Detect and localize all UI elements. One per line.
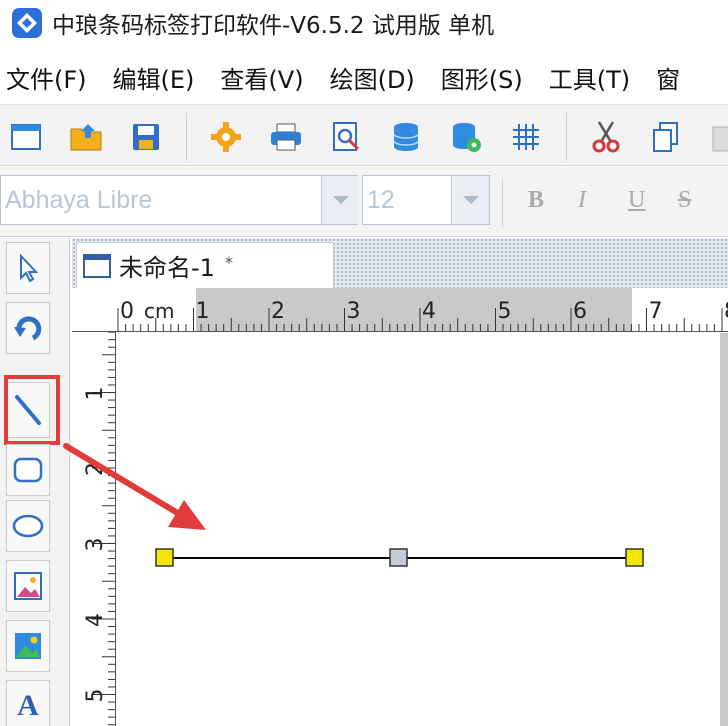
image-tool-button[interactable] <box>6 560 50 612</box>
ruler-label: 2 <box>271 299 285 324</box>
menu-shape[interactable]: 图形(S) <box>441 60 523 95</box>
drawing-tools-panel: A <box>0 238 70 726</box>
print-preview-button[interactable] <box>326 117 366 157</box>
cut-button[interactable] <box>586 117 626 157</box>
rotate-tool-button[interactable] <box>6 302 50 354</box>
font-toolbar: Abhaya Libre 12 B I U S <box>0 167 728 237</box>
horizontal-ruler: 0 1 2 3 4 5 6 7 8 cm <box>72 288 728 332</box>
document-tab-strip: 未命名-1 * <box>72 238 728 288</box>
line-handle-end[interactable] <box>625 548 644 567</box>
ellipse-tool-button[interactable] <box>6 500 50 552</box>
document-window-icon <box>83 253 111 278</box>
text-tool-button[interactable]: A <box>6 680 50 726</box>
ruler-label: 3 <box>83 538 108 552</box>
document-tab[interactable]: 未命名-1 * <box>76 242 334 288</box>
open-button[interactable] <box>66 117 106 157</box>
font-name-select[interactable]: Abhaya Libre <box>0 175 359 225</box>
image-icon <box>14 572 42 600</box>
ruler-label: 5 <box>498 299 512 324</box>
select-tool-button[interactable] <box>6 242 50 294</box>
copy-icon <box>653 122 678 152</box>
menu-tools[interactable]: 工具(T) <box>549 60 630 95</box>
menu-file[interactable]: 文件(F) <box>6 60 87 95</box>
save-icon <box>133 124 159 150</box>
paste-button[interactable] <box>702 117 728 157</box>
app-logo-icon <box>12 8 42 38</box>
ruler-label: 3 <box>347 299 361 324</box>
ellipse-icon <box>12 514 44 538</box>
menu-window[interactable]: 窗 <box>656 60 680 95</box>
picture-tool-button[interactable] <box>6 620 50 672</box>
ruler-label: 2 <box>83 462 108 476</box>
font-size-select[interactable]: 12 <box>362 175 490 225</box>
cut-icon <box>592 121 620 153</box>
paste-icon <box>712 126 728 152</box>
rotate-icon <box>14 316 42 341</box>
font-size-value: 12 <box>367 186 395 214</box>
rounded-rectangle-icon <box>13 457 43 483</box>
font-name-dropdown-button[interactable] <box>321 176 359 224</box>
ruler-unit-label: cm <box>144 299 174 323</box>
toolbar-separator <box>186 113 187 161</box>
line-tool-highlight-box <box>4 375 60 445</box>
cursor-arrow-icon <box>20 254 39 282</box>
document-modified-marker: * <box>224 253 233 272</box>
ruler-label: 5 <box>83 689 108 703</box>
toolbar-separator <box>502 179 503 227</box>
grid-icon <box>513 124 539 150</box>
print-preview-icon <box>333 122 360 151</box>
print-button[interactable] <box>266 117 306 157</box>
toolbar-separator <box>566 113 567 161</box>
menu-bar: 文件(F) 编辑(E) 查看(V) 绘图(D) 图形(S) 工具(T) 窗 <box>0 52 728 102</box>
open-icon <box>70 124 102 151</box>
window-title: 中琅条码标签打印软件-V6.5.2 试用版 单机 <box>52 13 495 39</box>
strikethrough-button[interactable]: S <box>678 187 691 214</box>
title-bar: 中琅条码标签打印软件-V6.5.2 试用版 单机 <box>0 0 728 46</box>
italic-button[interactable]: I <box>578 187 586 214</box>
menu-edit[interactable]: 编辑(E) <box>113 60 195 95</box>
underline-button[interactable]: U <box>628 187 645 214</box>
ruler-label: 4 <box>422 299 436 324</box>
line-handle-start[interactable] <box>155 548 174 567</box>
grid-button[interactable] <box>506 117 546 157</box>
new-button[interactable] <box>6 117 46 157</box>
bold-button[interactable]: B <box>528 187 544 214</box>
menu-draw[interactable]: 绘图(D) <box>330 60 415 95</box>
rectangle-tool-button[interactable] <box>6 444 50 496</box>
ruler-label: 4 <box>83 613 108 627</box>
chevron-down-icon <box>332 196 349 204</box>
save-button[interactable] <box>126 117 166 157</box>
document-tab-title: 未命名-1 <box>119 254 215 282</box>
chevron-down-icon <box>462 196 479 204</box>
ruler-label: 0 <box>120 299 134 324</box>
ruler-label: 8 <box>724 299 728 324</box>
copy-button[interactable] <box>646 117 686 157</box>
canvas-drawing <box>155 548 644 567</box>
ruler-label: 1 <box>83 387 108 401</box>
font-size-dropdown-button[interactable] <box>451 176 489 224</box>
main-toolbar <box>0 104 728 166</box>
print-icon <box>271 123 301 151</box>
ruler-label: 6 <box>573 299 587 324</box>
database-settings-icon <box>453 123 481 152</box>
line-handle-middle[interactable] <box>389 548 408 567</box>
settings-button[interactable] <box>206 117 246 157</box>
font-name-value: Abhaya Libre <box>5 186 153 214</box>
database-settings-button[interactable] <box>446 117 486 157</box>
picture-icon <box>15 633 41 659</box>
ruler-label: 1 <box>196 299 210 324</box>
ruler-label: 7 <box>649 299 663 324</box>
new-icon <box>11 124 41 150</box>
design-canvas[interactable] <box>117 333 728 726</box>
database-icon <box>393 123 419 151</box>
settings-icon <box>211 122 241 152</box>
vertical-ruler: 1 2 3 4 5 <box>72 332 116 726</box>
menu-view[interactable]: 查看(V) <box>220 60 303 95</box>
text-tool-icon: A <box>17 689 39 722</box>
database-button[interactable] <box>386 117 426 157</box>
canvas-border <box>720 333 728 726</box>
